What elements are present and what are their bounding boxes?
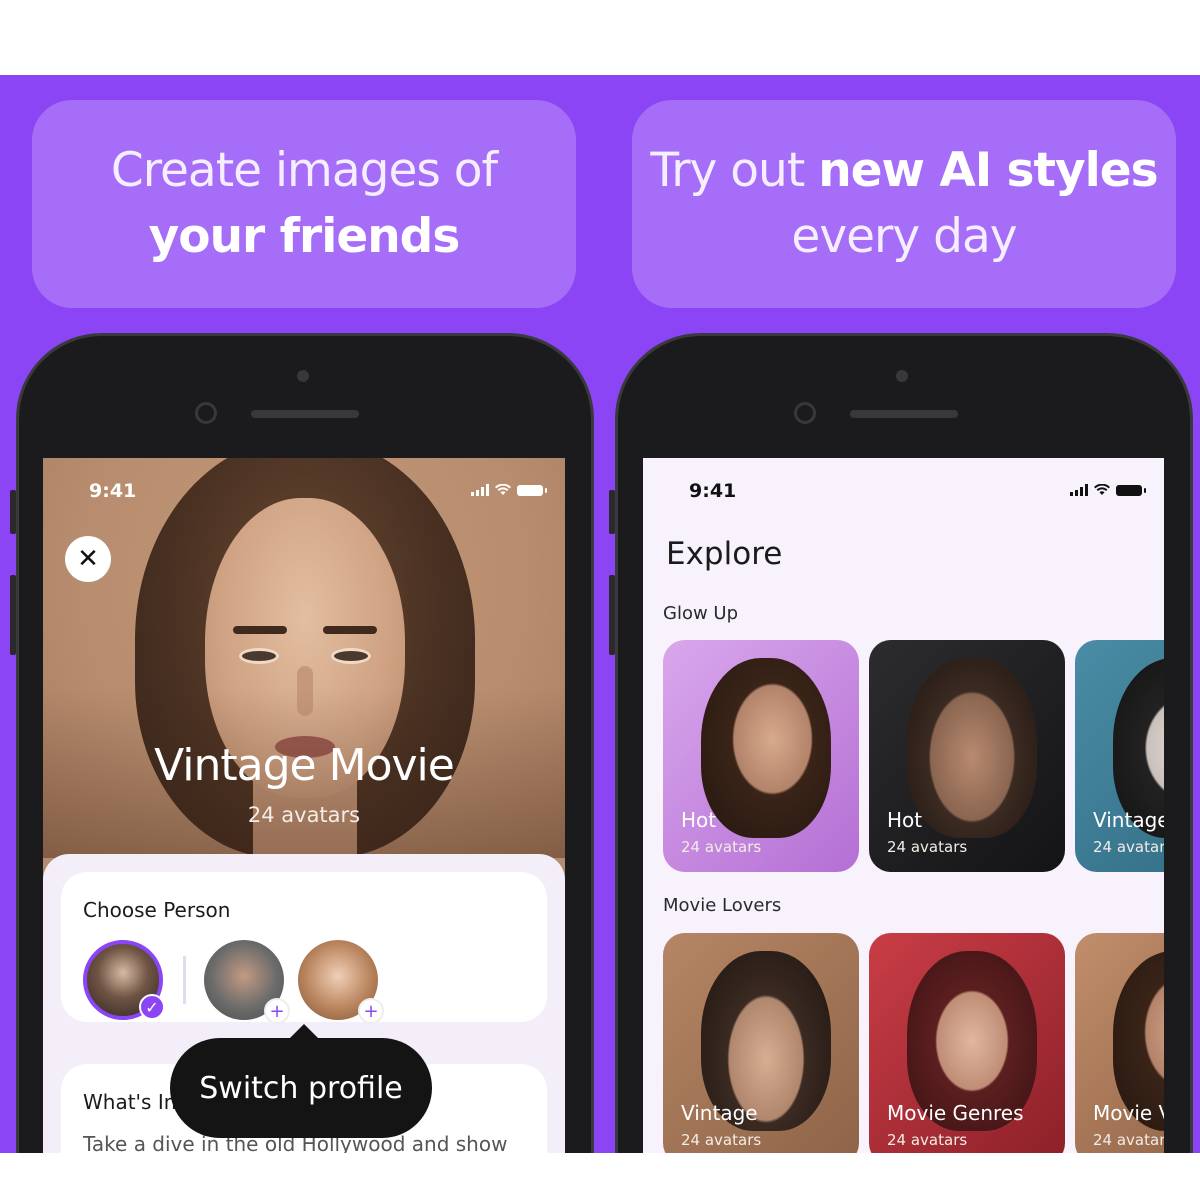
caption-right-light: Try out [650, 143, 819, 198]
page-title: Explore [666, 536, 783, 572]
style-avatar-count: 24 avatars [247, 803, 361, 827]
close-icon: ✕ [77, 544, 99, 574]
status-icons [1070, 484, 1146, 496]
explore-screen: 9:41 Explore Glow Up Hot 24 avatars Hot … [643, 458, 1164, 1153]
eye [331, 648, 371, 664]
choose-person-title: Choose Person [83, 898, 231, 922]
style-tile[interactable]: Hot 24 avatars [663, 640, 859, 872]
speaker-grille [850, 410, 958, 418]
status-time: 9:41 [89, 480, 137, 502]
tile-portrait [907, 658, 1037, 838]
switch-profile-tooltip: Switch profile [170, 1024, 432, 1138]
signal-icon [1070, 484, 1088, 496]
section-label-movie-lovers: Movie Lovers [663, 895, 782, 916]
status-bar: 9:41 [643, 480, 1164, 504]
status-bar: 9:41 [43, 480, 565, 504]
tile-name: Vintage [681, 1101, 758, 1125]
hero-image [43, 458, 565, 858]
caption-right: Try out new AI styles every day [632, 100, 1176, 308]
tile-name: Movie V [1093, 1101, 1164, 1125]
status-time: 9:41 [689, 480, 737, 502]
tile-name: Hot [887, 808, 923, 832]
status-icons [471, 484, 547, 496]
caption-left-line2: your friends [148, 209, 461, 264]
check-icon: ✓ [139, 994, 165, 1020]
side-button [10, 575, 16, 655]
style-tile[interactable]: Vintage 24 avatars [1075, 640, 1164, 872]
speaker-grille [251, 410, 359, 418]
style-tile[interactable]: Movie Genres 24 avatars [869, 933, 1065, 1153]
section-label-glow-up: Glow Up [663, 603, 739, 624]
side-button [609, 575, 615, 655]
person-avatar[interactable]: + [298, 940, 384, 1024]
info-title: What's In [83, 1090, 177, 1114]
signal-icon [471, 484, 489, 496]
tile-count: 24 avatars [887, 838, 968, 856]
tile-count: 24 avatars [681, 1131, 762, 1149]
tile-count: 24 avatars [681, 838, 762, 856]
choose-person-card: Choose Person ✓ + + [61, 872, 547, 1024]
glow-up-carousel[interactable]: Hot 24 avatars Hot 24 avatars Vintage 24… [663, 640, 1164, 872]
tile-name: Hot [681, 808, 717, 832]
style-tile[interactable]: Vintage 24 avatars [663, 933, 859, 1153]
divider [183, 956, 186, 1004]
caption-right-line2: every day [791, 209, 1017, 264]
tile-name: Vintage [1093, 808, 1164, 832]
style-tile[interactable]: Hot 24 avatars [869, 640, 1065, 872]
battery-icon [1116, 485, 1146, 496]
side-button [10, 490, 16, 534]
eye [239, 648, 279, 664]
battery-icon [517, 485, 547, 496]
person-avatar[interactable]: + [204, 940, 290, 1024]
close-button[interactable]: ✕ [65, 536, 111, 582]
caption-left: Create images of your friends [32, 100, 576, 308]
plus-icon: + [358, 998, 384, 1024]
tile-count: 24 avatars [1093, 1131, 1164, 1149]
tile-count: 24 avatars [1093, 838, 1164, 856]
person-list: ✓ + + [83, 940, 392, 1024]
wifi-icon [1094, 484, 1110, 496]
caption-right-bold: new AI styles [818, 143, 1158, 198]
camera-dot [896, 370, 908, 382]
style-tile[interactable]: Movie V 24 avatars [1075, 933, 1164, 1153]
person-avatar-selected[interactable]: ✓ [83, 940, 165, 1020]
tile-name: Movie Genres [887, 1101, 1024, 1125]
style-title: Vintage Movie [154, 740, 455, 791]
brow [323, 626, 377, 634]
style-detail-screen: 9:41 ✕ Vintage Movie 24 avatars Choose P… [43, 458, 565, 1153]
side-button [609, 490, 615, 534]
camera-dot [297, 370, 309, 382]
movie-lovers-carousel[interactable]: Vintage 24 avatars Movie Genres 24 avata… [663, 933, 1164, 1153]
wifi-icon [495, 484, 511, 496]
brow [233, 626, 287, 634]
tile-count: 24 avatars [887, 1131, 968, 1149]
plus-icon: + [264, 998, 290, 1024]
front-camera [195, 402, 217, 424]
tile-portrait [701, 658, 831, 838]
caption-left-line1: Create images of [110, 143, 498, 198]
front-camera [794, 402, 816, 424]
